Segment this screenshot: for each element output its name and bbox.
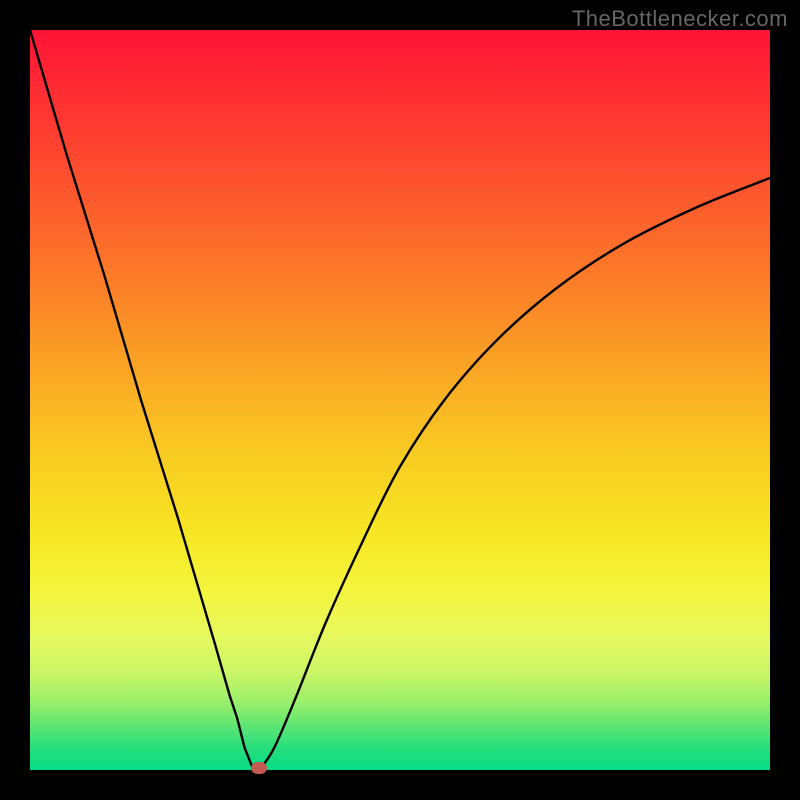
optimum-marker: [251, 762, 267, 774]
chart-frame: TheBottlenecker.com: [0, 0, 800, 800]
curve-right-path: [259, 178, 770, 770]
bottleneck-curve: [30, 30, 770, 770]
curve-left-path: [30, 30, 259, 770]
watermark-text: TheBottlenecker.com: [572, 6, 788, 32]
